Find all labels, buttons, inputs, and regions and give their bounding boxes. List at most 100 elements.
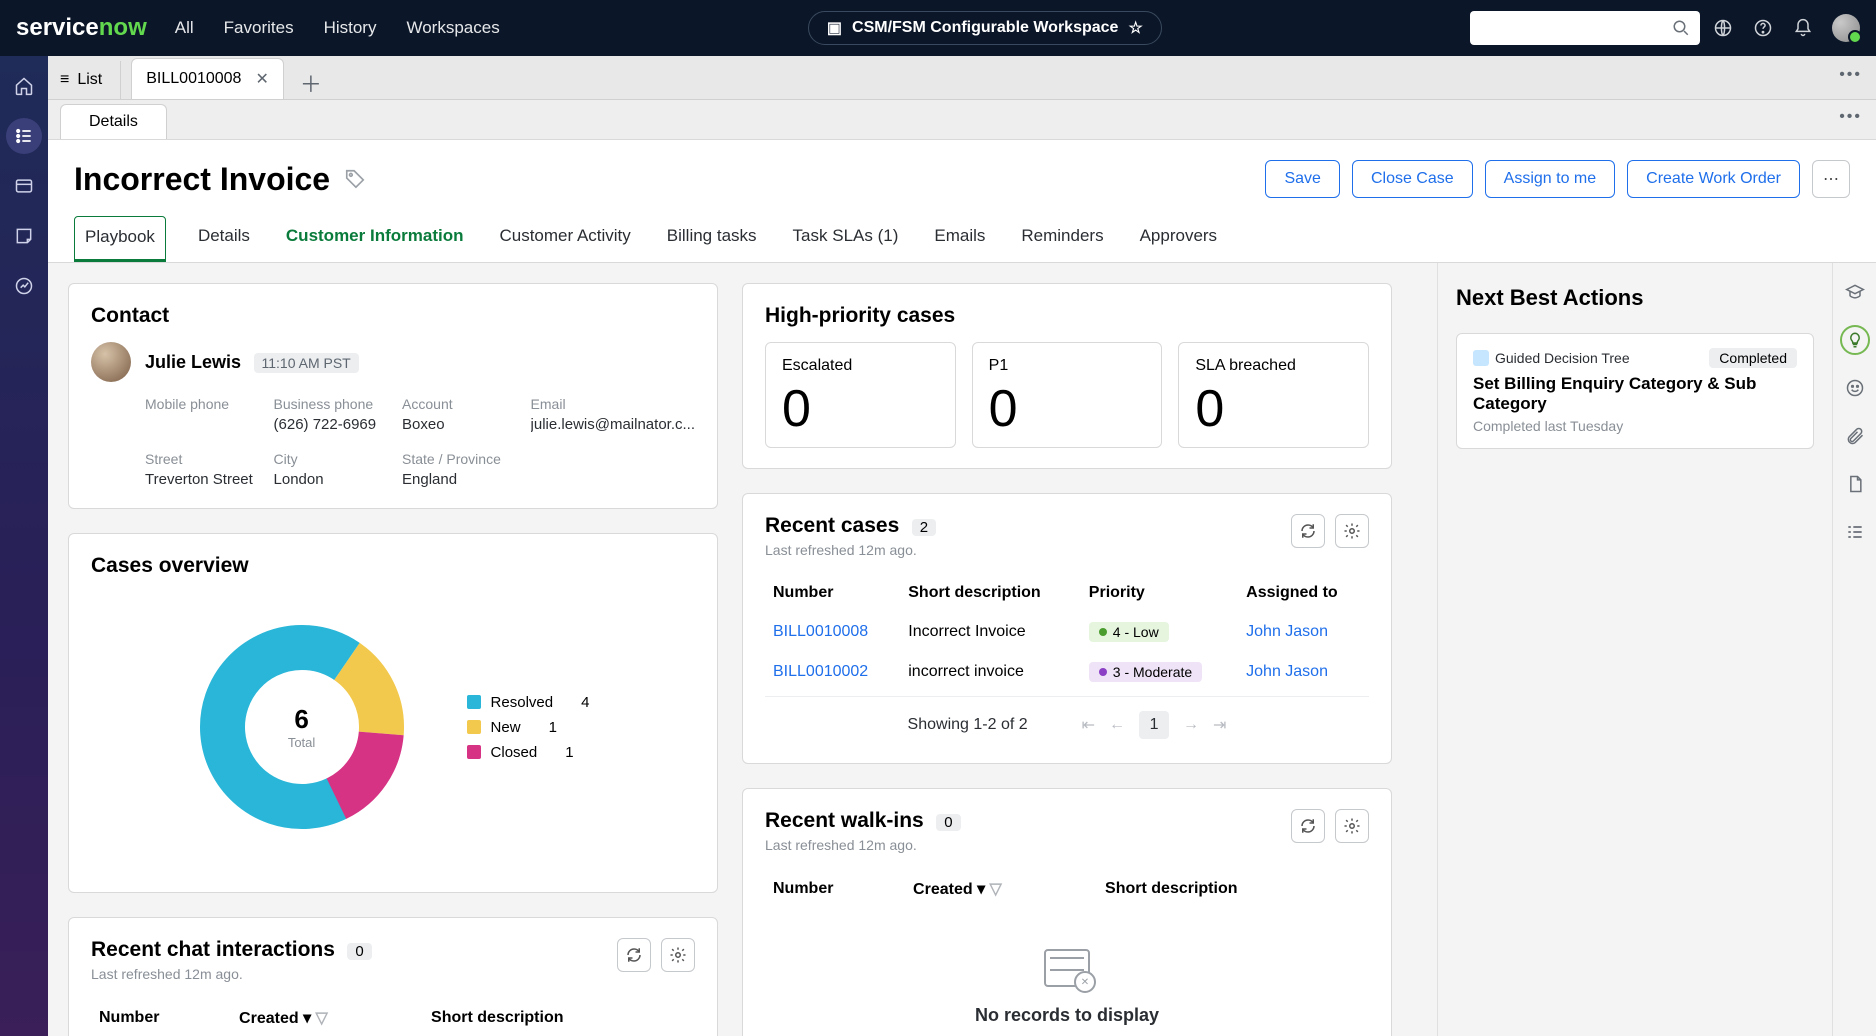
subtab-details[interactable]: Details	[60, 104, 167, 139]
recent-chat-count: 0	[347, 943, 371, 960]
assigned-link[interactable]: John Jason	[1238, 612, 1369, 652]
user-avatar[interactable]	[1832, 14, 1860, 42]
subtabs-more-icon[interactable]: •••	[1839, 108, 1862, 126]
refresh-button[interactable]	[1291, 514, 1325, 548]
decision-tree-icon	[1473, 350, 1489, 366]
close-icon[interactable]: ✕	[255, 69, 268, 89]
col-number[interactable]: Number	[91, 998, 231, 1036]
section-tab-reminders[interactable]: Reminders	[1017, 216, 1107, 262]
nba-item-title: Set Billing Enquiry Category & Sub Categ…	[1473, 374, 1797, 414]
col-created[interactable]: Created ▾ ▽	[231, 998, 423, 1036]
sort-icon[interactable]: ▾	[303, 1010, 311, 1027]
tab-record[interactable]: BILL0010008 ✕	[131, 58, 284, 99]
rail-home-icon[interactable]	[6, 68, 42, 104]
cases-overview-card: Cases overview 6	[68, 533, 718, 893]
field-value: (626) 722-6969	[274, 416, 383, 433]
assign-to-me-button[interactable]: Assign to me	[1485, 160, 1615, 198]
rail-list-icon[interactable]	[6, 118, 42, 154]
rrail-smile-icon[interactable]	[1840, 373, 1870, 403]
col-short-description[interactable]: Short description	[1097, 869, 1369, 909]
section-tab-billing-tasks[interactable]: Billing tasks	[663, 216, 761, 262]
star-icon[interactable]: ☆	[1128, 18, 1142, 38]
legend-count: 4	[581, 694, 589, 711]
rrail-attach-icon[interactable]	[1840, 421, 1870, 451]
globe-icon[interactable]	[1712, 17, 1734, 39]
settings-button[interactable]	[1335, 809, 1369, 843]
donut-legend: Resolved4 New1 Closed1	[467, 694, 590, 761]
legend-count: 1	[565, 744, 573, 761]
col-number[interactable]: Number	[765, 574, 900, 612]
case-number-link[interactable]: BILL0010002	[765, 652, 900, 692]
more-actions-button[interactable]: ⋯	[1812, 160, 1850, 198]
recent-walkins-title: Recent walk-ins	[765, 809, 924, 832]
sort-icon[interactable]: ▾	[977, 881, 985, 898]
nav-all[interactable]: All	[175, 18, 194, 38]
tabs-more-icon[interactable]: •••	[1839, 66, 1862, 84]
new-tab-button[interactable]: ＋	[300, 67, 322, 99]
global-search[interactable]	[1470, 11, 1700, 45]
rrail-bulb-icon[interactable]	[1840, 325, 1870, 355]
help-icon[interactable]	[1752, 17, 1774, 39]
section-tab-customer-information[interactable]: Customer Information	[282, 216, 468, 262]
nav-workspaces[interactable]: Workspaces	[406, 18, 499, 38]
field-label: Email	[531, 396, 695, 412]
legend-label: Resolved	[491, 694, 554, 711]
field-value: julie.lewis@mailnator.c...	[531, 416, 695, 433]
filter-icon[interactable]: ▽	[990, 881, 1002, 898]
search-input[interactable]	[1473, 20, 1672, 37]
tag-icon[interactable]	[344, 168, 366, 190]
rail-card-icon[interactable]	[6, 168, 42, 204]
field-value: Treverton Street	[145, 471, 254, 488]
create-work-order-button[interactable]: Create Work Order	[1627, 160, 1800, 198]
section-tab-emails[interactable]: Emails	[930, 216, 989, 262]
case-desc: Incorrect Invoice	[900, 612, 1081, 652]
pager-last-icon[interactable]: ⇥	[1213, 715, 1226, 735]
nav-favorites[interactable]: Favorites	[224, 18, 294, 38]
contact-avatar	[91, 342, 131, 382]
table-row[interactable]: BILL0010002 incorrect invoice 3 - Modera…	[765, 652, 1369, 692]
refresh-button[interactable]	[1291, 809, 1325, 843]
save-button[interactable]: Save	[1265, 160, 1339, 198]
section-tab-details[interactable]: Details	[194, 216, 254, 262]
search-icon[interactable]	[1672, 19, 1690, 37]
nba-item[interactable]: Guided Decision Tree Completed Set Billi…	[1456, 333, 1814, 449]
nba-status: Completed	[1709, 348, 1797, 368]
col-short-description[interactable]: Short description	[900, 574, 1081, 612]
section-tab-approvers[interactable]: Approvers	[1136, 216, 1221, 262]
section-tab-playbook[interactable]: Playbook	[74, 216, 166, 262]
pager-next-icon[interactable]: →	[1183, 716, 1199, 734]
pager-prev-icon[interactable]: ←	[1109, 716, 1125, 734]
assigned-link[interactable]: John Jason	[1238, 652, 1369, 692]
recent-chat-title: Recent chat interactions	[91, 938, 335, 961]
settings-button[interactable]	[661, 938, 695, 972]
rail-inbox-icon[interactable]	[6, 218, 42, 254]
table-row[interactable]: BILL0010008 Incorrect Invoice 4 - Low Jo…	[765, 612, 1369, 652]
rrail-list-icon[interactable]	[1840, 517, 1870, 547]
rrail-cap-icon[interactable]	[1840, 277, 1870, 307]
tab-list[interactable]: ≡ List	[48, 61, 121, 99]
filter-icon[interactable]: ▽	[316, 1010, 328, 1027]
col-number[interactable]: Number	[765, 869, 905, 909]
empty-state-text: No records to display	[975, 1005, 1159, 1026]
section-tab-customer-activity[interactable]: Customer Activity	[495, 216, 634, 262]
field-value: Boxeo	[402, 416, 511, 433]
settings-button[interactable]	[1335, 514, 1369, 548]
col-assigned-to[interactable]: Assigned to	[1238, 574, 1369, 612]
field-label: City	[274, 451, 383, 467]
refresh-button[interactable]	[617, 938, 651, 972]
nav-history[interactable]: History	[324, 18, 377, 38]
workspace-chip[interactable]: ▣ CSM/FSM Configurable Workspace ☆	[808, 11, 1162, 45]
pager-first-icon[interactable]: ⇤	[1082, 715, 1095, 735]
nba-item-time: Completed last Tuesday	[1473, 418, 1797, 434]
col-priority[interactable]: Priority	[1081, 574, 1238, 612]
close-case-button[interactable]: Close Case	[1352, 160, 1473, 198]
field-label: Mobile phone	[145, 396, 254, 412]
col-created[interactable]: Created ▾ ▽	[905, 869, 1097, 909]
col-short-description[interactable]: Short description	[423, 998, 695, 1036]
bell-icon[interactable]	[1792, 17, 1814, 39]
case-number-link[interactable]: BILL0010008	[765, 612, 900, 652]
field-value: England	[402, 471, 511, 488]
rrail-doc-icon[interactable]	[1840, 469, 1870, 499]
rail-analytics-icon[interactable]	[6, 268, 42, 304]
section-tab-task-slas[interactable]: Task SLAs (1)	[789, 216, 903, 262]
